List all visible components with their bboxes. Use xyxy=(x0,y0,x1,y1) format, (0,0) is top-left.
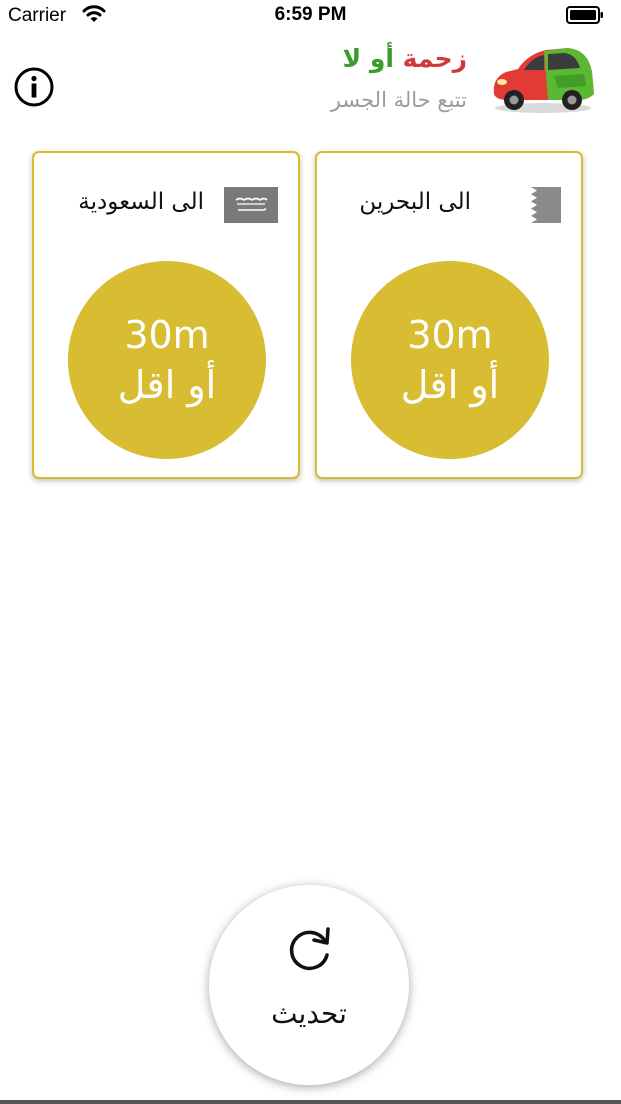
bahrain-flag-icon xyxy=(521,187,561,227)
app-title: زحمة أو لا xyxy=(343,44,468,73)
app-subtitle: تتبع حالة الجسر xyxy=(330,88,467,112)
saudi-flag-icon xyxy=(224,187,278,227)
info-icon xyxy=(14,67,54,107)
refresh-button[interactable]: تحديث xyxy=(209,885,409,1085)
wait-time-suffix: أو اقل xyxy=(117,363,217,407)
status-time: 6:59 PM xyxy=(274,4,347,25)
wait-time-suffix: أو اقل xyxy=(400,363,500,407)
app-title-part1: زحمة xyxy=(402,44,467,73)
refresh-icon xyxy=(289,927,330,971)
wait-time-badge: 30m أو اقل xyxy=(351,261,549,459)
wait-time-badge: 30m أو اقل xyxy=(68,261,266,459)
wait-time-value: 30m xyxy=(124,313,210,357)
wait-time-value: 30m xyxy=(407,313,493,357)
card-label: الى البحرين xyxy=(359,189,471,215)
app-title-part2: أو لا xyxy=(342,44,394,73)
battery-icon xyxy=(566,6,604,24)
car-logo xyxy=(488,42,598,116)
card-to-bahrain[interactable]: الى البحرين 30m أو اقل xyxy=(315,151,583,479)
refresh-label: تحديث xyxy=(271,997,347,1030)
home-indicator-edge xyxy=(0,1100,621,1104)
info-button[interactable] xyxy=(14,67,54,107)
status-bar: Carrier 6:59 PM xyxy=(0,0,621,30)
card-to-saudi[interactable]: الى السعودية 30m أو اقل xyxy=(32,151,300,479)
app-screen: Carrier 6:59 PM زحمة أو لا تتبع حالة الج… xyxy=(0,0,621,1104)
card-label: الى السعودية xyxy=(78,189,204,215)
